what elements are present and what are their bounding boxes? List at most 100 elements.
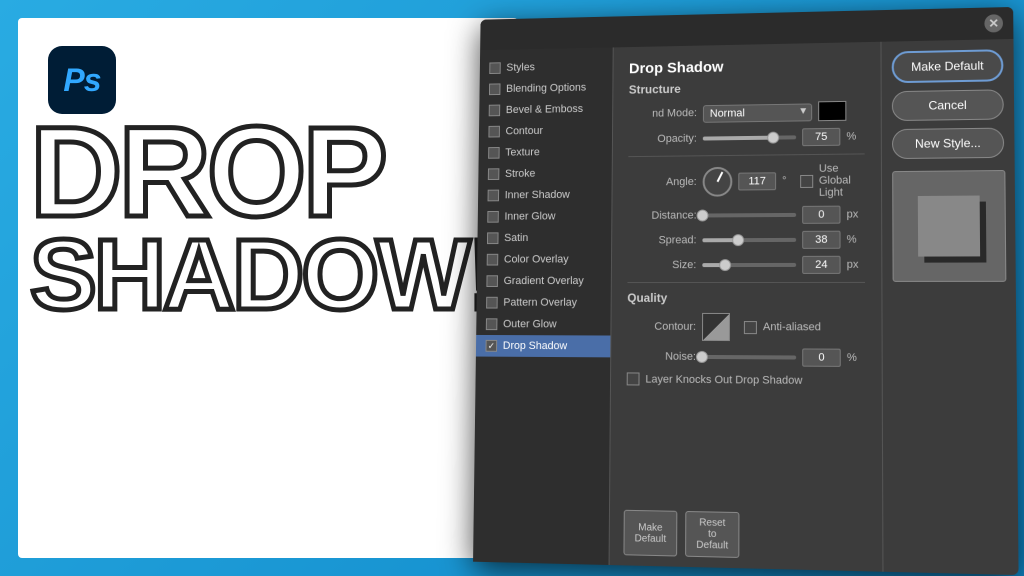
distance-unit: px [847, 208, 865, 220]
size-label: Size: [628, 259, 697, 271]
spread-label: Spread: [628, 234, 697, 246]
checkbox-color-overlay[interactable] [487, 254, 499, 266]
new-style-button[interactable]: New Style... [892, 128, 1004, 160]
size-slider-thumb[interactable] [719, 259, 731, 271]
divider-2 [627, 282, 865, 283]
checkbox-inner-glow[interactable] [487, 211, 499, 223]
quality-subtitle: Quality [627, 291, 865, 305]
dialog-section-title: Drop Shadow [629, 56, 864, 77]
opacity-slider-thumb[interactable] [767, 132, 779, 144]
checkbox-pattern-overlay[interactable] [486, 297, 498, 309]
opacity-row: Opacity: % [628, 127, 864, 148]
opacity-slider-fill [703, 136, 773, 141]
angle-label: Angle: [628, 176, 697, 188]
size-unit: px [847, 259, 865, 271]
anti-aliased-checkbox[interactable] [744, 321, 757, 334]
global-light-label: Use Global Light [819, 162, 865, 198]
degree-icon: ° [782, 175, 794, 187]
spread-slider[interactable] [702, 238, 796, 242]
preview-box [892, 170, 1006, 282]
checkbox-bevel[interactable] [489, 105, 501, 117]
sidebar-item-styles[interactable]: Styles [480, 55, 613, 79]
checkbox-styles[interactable] [489, 62, 501, 74]
big-text-block: DROP SHADOW! [30, 115, 498, 320]
close-button[interactable]: ✕ [984, 14, 1003, 32]
distance-slider[interactable] [703, 213, 797, 218]
blend-mode-select[interactable]: Normal Multiply Screen Overlay [703, 103, 812, 122]
sidebar-item-inner-shadow[interactable]: Inner Shadow [478, 184, 612, 207]
noise-row: Noise: % [627, 348, 865, 368]
sidebar-item-outer-glow[interactable]: Outer Glow [476, 313, 610, 335]
distance-input[interactable] [802, 206, 840, 224]
sidebar-item-contour[interactable]: Contour [479, 119, 612, 142]
anti-aliased-row: Anti-aliased [744, 321, 821, 334]
ps-dialog: ✕ Styles Blending Options Bevel & Emboss… [473, 7, 1019, 575]
anti-aliased-label: Anti-aliased [763, 321, 821, 333]
contour-thumbnail[interactable] [702, 313, 730, 341]
blend-mode-select-wrapper: Normal Multiply Screen Overlay ▼ [703, 102, 812, 122]
global-light-checkbox[interactable] [800, 174, 813, 187]
size-slider[interactable] [702, 263, 796, 267]
global-light-row: Use Global Light [800, 162, 865, 199]
opacity-input[interactable] [802, 128, 840, 146]
ps-logo-text: Ps [63, 62, 100, 99]
sidebar-item-inner-glow[interactable]: Inner Glow [478, 205, 612, 227]
spread-slider-thumb[interactable] [732, 234, 744, 246]
distance-slider-thumb[interactable] [697, 210, 709, 222]
reset-to-default-button[interactable]: Reset to Default [685, 511, 739, 558]
sidebar-item-satin[interactable]: Satin [477, 227, 611, 249]
sidebar-item-drop-shadow[interactable]: Drop Shadow [476, 335, 611, 357]
noise-slider-thumb[interactable] [696, 351, 708, 363]
angle-input[interactable] [738, 172, 776, 190]
sidebar-item-color-overlay[interactable]: Color Overlay [477, 249, 611, 271]
noise-input[interactable] [802, 348, 841, 366]
angle-row: Angle: ° Use Global Light [628, 162, 865, 200]
sidebar-item-texture[interactable]: Texture [479, 141, 612, 164]
big-text-line2: SHADOW! [30, 230, 498, 320]
divider-1 [628, 153, 864, 157]
contour-label: Contour: [627, 321, 696, 333]
sidebar-item-gradient-overlay[interactable]: Gradient Overlay [477, 270, 611, 292]
sidebar-item-stroke[interactable]: Stroke [478, 162, 612, 185]
angle-dial[interactable] [703, 167, 733, 197]
dialog-bottom-buttons: Make Default Reset to Default [623, 510, 739, 558]
opacity-label: Opacity: [628, 133, 697, 146]
style-list: Styles Blending Options Bevel & Emboss C… [473, 47, 614, 565]
checkbox-drop-shadow[interactable] [486, 340, 498, 352]
checkbox-satin[interactable] [487, 232, 499, 244]
blend-mode-row: nd Mode: Normal Multiply Screen Overlay … [629, 101, 865, 124]
size-row: Size: px [627, 256, 865, 274]
opacity-slider[interactable] [703, 135, 796, 140]
size-input[interactable] [802, 256, 840, 274]
layer-knocks-label: Layer Knocks Out Drop Shadow [645, 373, 802, 386]
checkbox-outer-glow[interactable] [486, 318, 498, 330]
ps-logo: Ps [48, 46, 116, 114]
shadow-color-swatch[interactable] [818, 101, 846, 121]
checkbox-stroke[interactable] [488, 168, 500, 180]
cancel-button[interactable]: Cancel [892, 89, 1004, 121]
checkbox-inner-shadow[interactable] [488, 190, 500, 202]
make-default-button[interactable]: Make Default [892, 49, 1004, 83]
sidebar-item-blending[interactable]: Blending Options [479, 77, 612, 101]
opacity-unit: % [846, 130, 864, 142]
sidebar-item-bevel[interactable]: Bevel & Emboss [479, 98, 612, 121]
distance-label: Distance: [628, 210, 697, 222]
noise-label: Noise: [627, 351, 696, 363]
checkbox-gradient-overlay[interactable] [486, 275, 498, 287]
make-default-button-bottom[interactable]: Make Default [623, 510, 677, 557]
bottom-buttons-row: Make Default Reset to Default [623, 510, 739, 558]
noise-unit: % [847, 352, 865, 364]
spread-input[interactable] [802, 231, 840, 249]
checkbox-texture[interactable] [488, 147, 500, 159]
checkbox-contour[interactable] [488, 126, 500, 138]
spread-unit: % [847, 234, 865, 246]
noise-slider[interactable] [702, 355, 796, 360]
layer-knocks-checkbox[interactable] [627, 372, 640, 385]
dialog-right-panel: Make Default Cancel New Style... [880, 39, 1018, 575]
checkbox-blending[interactable] [489, 83, 501, 95]
angle-line [717, 172, 724, 183]
sidebar-item-pattern-overlay[interactable]: Pattern Overlay [476, 292, 610, 314]
big-text-line1: DROP [30, 115, 498, 230]
structure-subtitle: Structure [629, 79, 865, 97]
blend-mode-label: nd Mode: [629, 107, 697, 120]
